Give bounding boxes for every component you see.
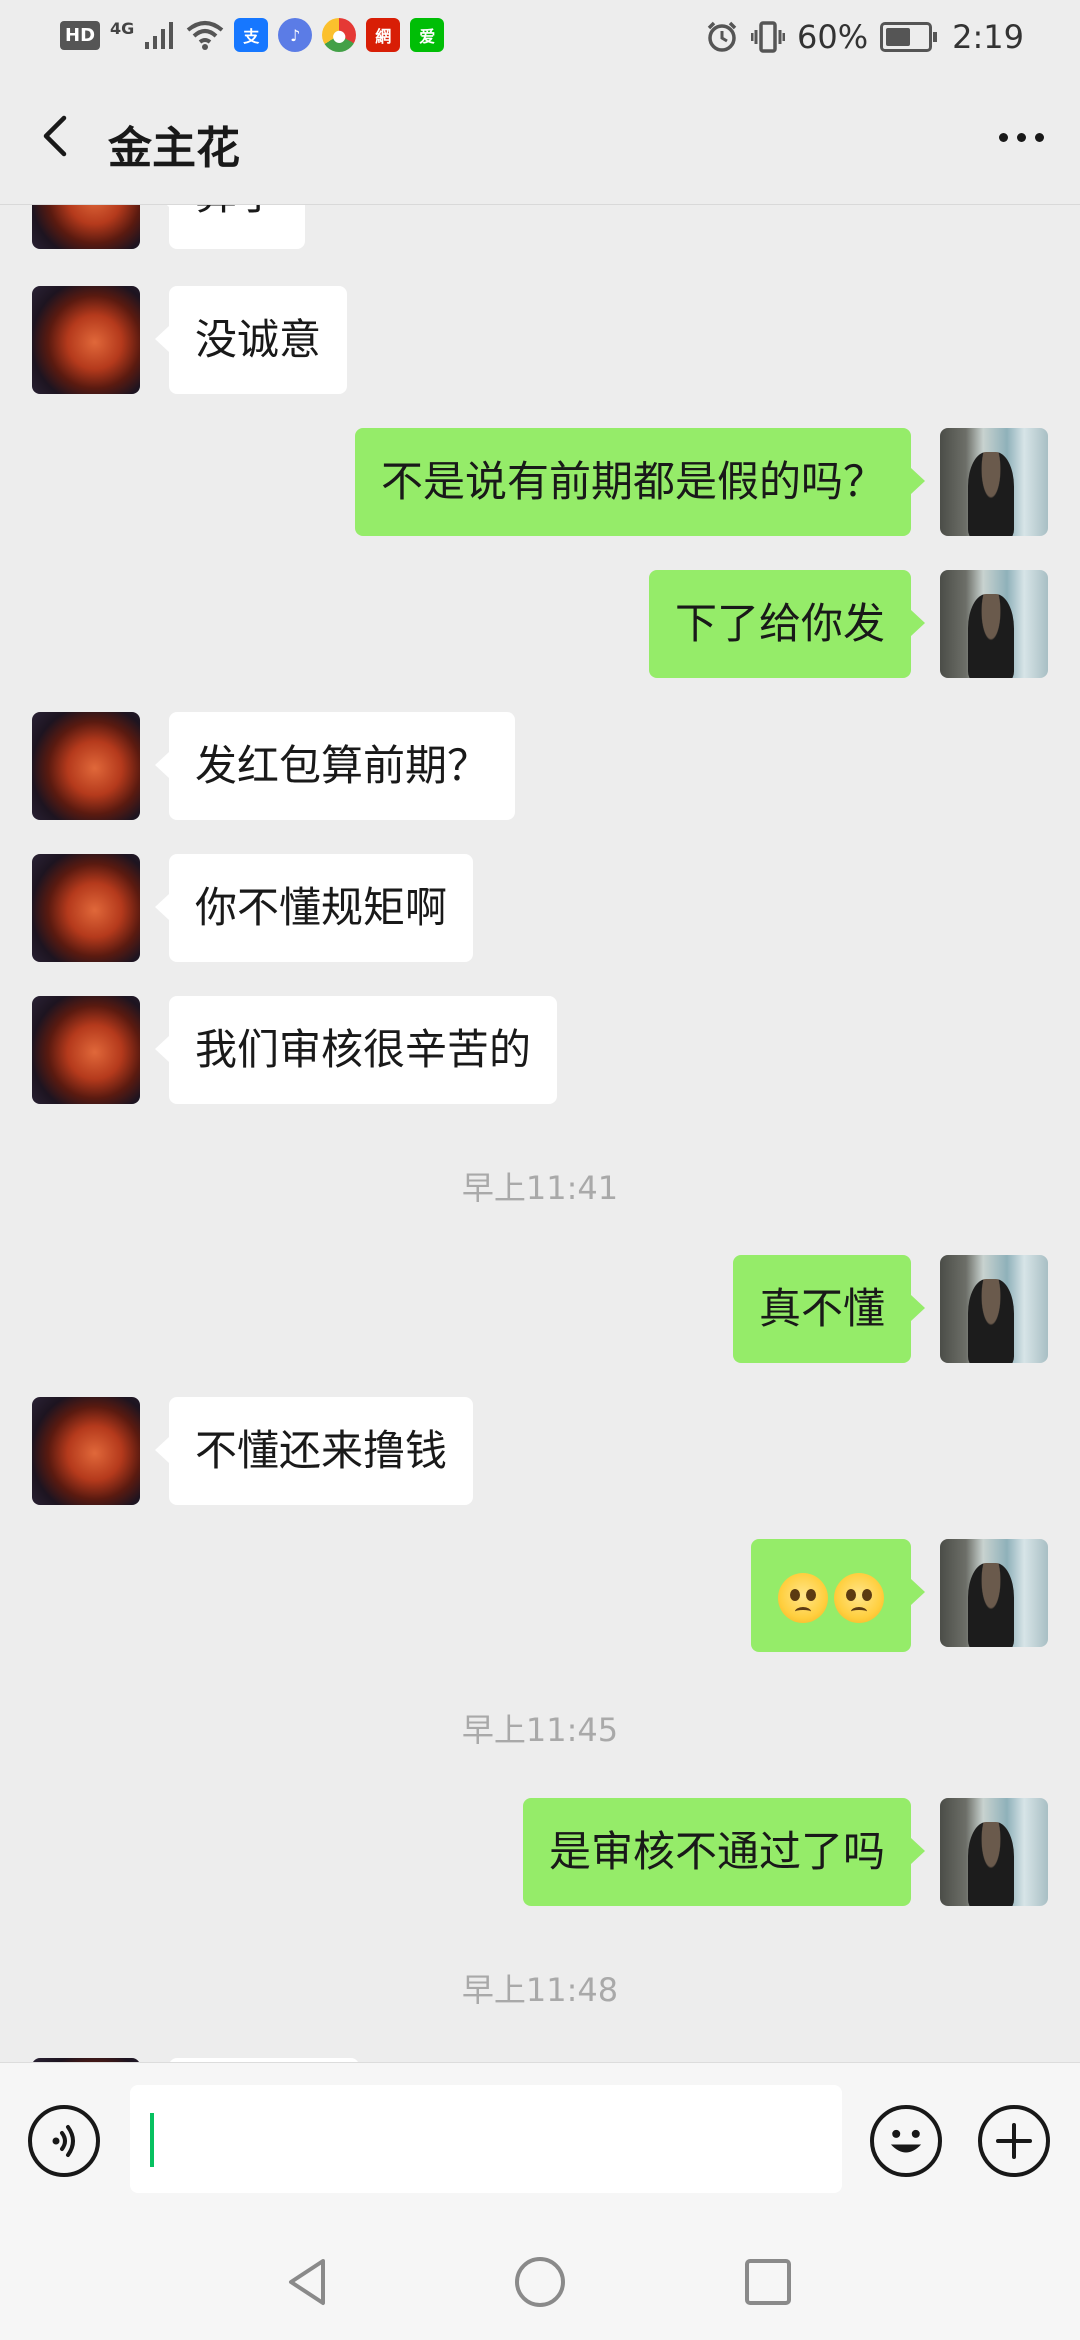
system-home-button[interactable] — [504, 2246, 576, 2318]
square-recents-icon — [745, 2259, 791, 2305]
browser-icon: ● — [322, 18, 357, 52]
system-back-button[interactable] — [272, 2246, 344, 2318]
back-button[interactable] — [28, 106, 88, 166]
status-left-icons: HD 4G 支 ♪ ● 網 爱 — [60, 18, 445, 52]
contact-avatar[interactable] — [32, 1397, 140, 1505]
battery-percent: 60% — [797, 18, 869, 56]
message-bubble[interactable]: 下了给你发 — [648, 570, 926, 678]
contact-avatar[interactable] — [32, 854, 140, 962]
signal-icon — [145, 22, 174, 49]
message-timestamp: 早上11:45 — [461, 1711, 619, 1749]
voice-input-button[interactable] — [28, 2105, 100, 2177]
message-bubble[interactable]: 是审核不通过了吗 — [522, 1798, 926, 1906]
text-caret — [150, 2113, 154, 2167]
message-bubble[interactable]: 我们审核很辛苦的 — [154, 996, 558, 1104]
circle-home-icon — [515, 2257, 565, 2307]
my-avatar[interactable] — [940, 570, 1048, 678]
more-dot — [1034, 132, 1044, 142]
more-options-button[interactable] — [986, 112, 1056, 162]
chat-header: 金主花 — [0, 76, 1080, 205]
iqiyi-icon: 爱 — [410, 18, 445, 52]
message-bubble[interactable]: 不是说有前期都是假的吗？ — [354, 428, 926, 536]
system-navigation-bar — [0, 2218, 1080, 2340]
voice-icon — [52, 2125, 75, 2157]
chat-input-bar — [0, 2062, 1080, 2219]
message-bubble[interactable]: 你不懂规矩啊 — [154, 854, 474, 962]
my-avatar[interactable] — [940, 1539, 1048, 1647]
smiley-icon — [890, 2129, 922, 2153]
message-list[interactable]: 算了 没诚意 不是说有前期都是假的吗？ 下了给你发 发红包算前期？ 你不懂规矩啊… — [0, 205, 1080, 2062]
message-bubble[interactable]: 没诚意 — [154, 286, 348, 394]
message-bubble[interactable]: 真不懂 — [732, 1255, 926, 1363]
message-timestamp: 早上11:41 — [461, 1169, 619, 1207]
status-bar: HD 4G 支 ♪ ● 網 爱 60% 2:19 — [0, 0, 1080, 76]
wifi-icon — [187, 21, 224, 50]
more-functions-button[interactable] — [978, 2105, 1050, 2177]
status-right-icons: 60% 2:19 — [705, 18, 1024, 56]
contact-avatar[interactable] — [32, 286, 140, 394]
music-icon: ♪ — [278, 18, 313, 52]
contact-avatar[interactable] — [32, 205, 140, 249]
more-dot — [1016, 132, 1026, 142]
hd-icon: HD — [60, 20, 101, 50]
alipay-icon: 支 — [234, 18, 269, 52]
emoji-button[interactable] — [870, 2105, 942, 2177]
message-bubble[interactable]: 算了 — [154, 205, 306, 249]
contact-avatar[interactable] — [32, 996, 140, 1104]
clock: 2:19 — [952, 18, 1024, 56]
triangle-back-icon — [289, 2259, 325, 2305]
alarm-icon — [707, 21, 737, 52]
chevron-left-icon — [43, 115, 67, 157]
netease-icon: 網 — [366, 18, 401, 52]
my-avatar[interactable] — [940, 1798, 1048, 1906]
chat-title: 金主花 — [108, 123, 240, 174]
emoji-message-bubble[interactable] — [751, 1539, 925, 1652]
message-input[interactable] — [130, 2085, 842, 2193]
pleading-face-emoji-icon — [834, 1572, 884, 1623]
vibrate-icon — [751, 21, 786, 53]
system-recents-button[interactable] — [732, 2246, 804, 2318]
plus-icon — [996, 2123, 1032, 2159]
message-bubble[interactable]: 发红包算前期？ — [154, 712, 516, 820]
battery-icon — [880, 22, 938, 52]
message-timestamp: 早上11:48 — [461, 1971, 619, 2009]
contact-avatar[interactable] — [32, 712, 140, 820]
more-dot — [998, 132, 1008, 142]
message-bubble[interactable]: 不懂还来撸钱 — [154, 1397, 474, 1505]
my-avatar[interactable] — [940, 1255, 1048, 1363]
pleading-face-emoji-icon — [778, 1572, 828, 1623]
network-type: 4G — [110, 18, 135, 38]
my-avatar[interactable] — [940, 428, 1048, 536]
